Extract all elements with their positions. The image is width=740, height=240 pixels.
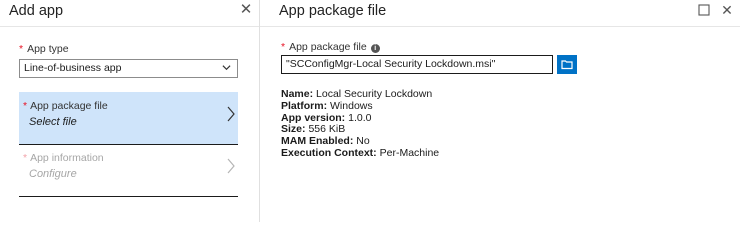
app-package-file-input[interactable]: "SCConfigMgr-Local Security Lockdown.msi…	[281, 55, 553, 74]
chevron-right-icon	[227, 106, 235, 122]
info-icon[interactable]: i	[370, 44, 380, 53]
app-package-file-blade: App package file ✕ * App package file i "S…	[260, 0, 740, 222]
app-package-file-label: * App package file i	[281, 41, 380, 53]
app-type-value: Line-of-business app	[24, 62, 122, 74]
nav-item-app-information: * App information Configure	[19, 144, 238, 197]
folder-icon	[561, 60, 573, 70]
app-type-label: * App type	[19, 43, 69, 55]
close-icon[interactable]: ✕	[238, 2, 254, 18]
blade-title: Add app	[9, 3, 64, 19]
required-marker: *	[23, 152, 28, 164]
close-icon[interactable]: ✕	[720, 3, 734, 17]
browse-button[interactable]	[557, 55, 577, 74]
blade-header: App package file ✕	[260, 0, 740, 27]
detail-row-execution-context: Execution Context: Per-Machine	[281, 146, 440, 159]
nav-item-label: * App package file	[23, 100, 108, 112]
blade-title: App package file	[279, 3, 387, 19]
app-type-dropdown[interactable]: Line-of-business app	[19, 59, 238, 78]
chevron-down-icon	[222, 65, 231, 71]
maximize-icon[interactable]	[697, 3, 711, 17]
nav-item-sublabel: Select file	[29, 116, 77, 128]
nav-item-label: * App information	[23, 152, 104, 164]
nav-item-app-package-file[interactable]: * App package file Select file	[19, 92, 238, 145]
add-app-blade: Add app ✕ * App type Line-of-business app…	[0, 0, 259, 222]
required-marker: *	[19, 43, 24, 55]
nav-item-sublabel: Configure	[29, 168, 77, 180]
blade-header: Add app ✕	[0, 0, 259, 27]
required-marker: *	[23, 100, 28, 112]
required-marker: *	[281, 41, 286, 53]
chevron-right-icon	[227, 158, 235, 174]
package-details: Name: Local Security Lockdown Platform: …	[281, 88, 440, 160]
